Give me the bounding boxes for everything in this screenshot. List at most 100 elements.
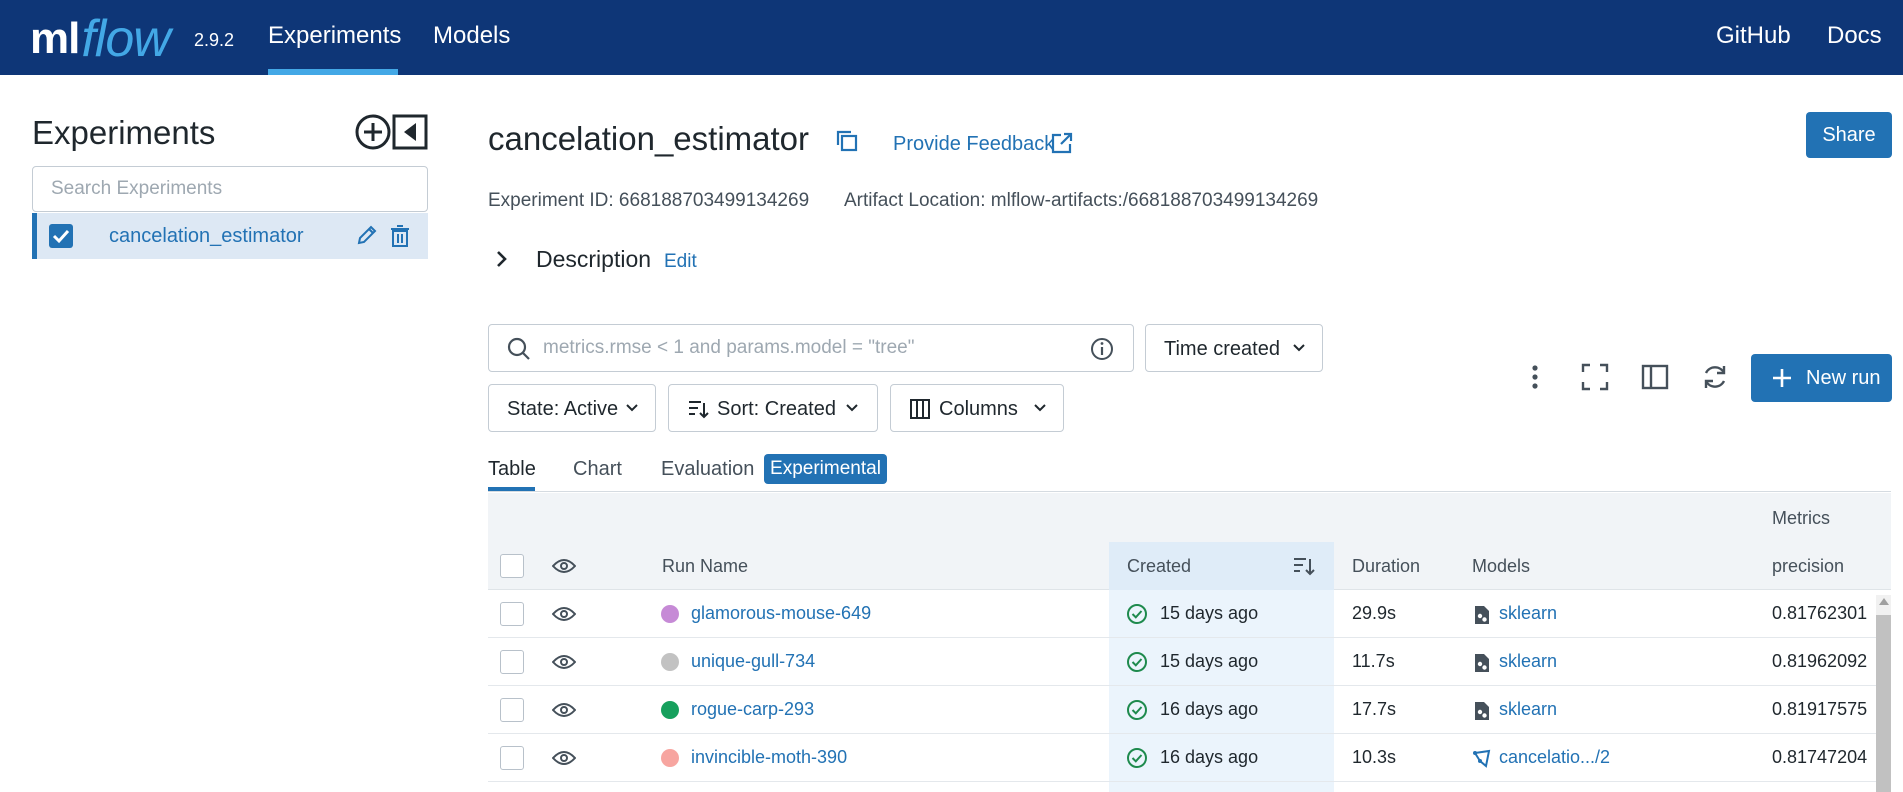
model-file-icon [1475, 702, 1489, 720]
duration-cell: 17.7s [1352, 699, 1397, 719]
check-circle-icon [1127, 748, 1147, 768]
page-title: cancelation_estimator [488, 120, 810, 157]
refresh-icon[interactable] [1700, 362, 1730, 392]
row-checkbox[interactable] [500, 698, 524, 722]
state-filter-dropdown[interactable]: State: Active [488, 384, 656, 432]
column-header-created[interactable]: Created [1127, 556, 1191, 577]
columns-label: Columns [939, 398, 1018, 420]
columns-icon [910, 399, 930, 419]
tab-evaluation[interactable]: Evaluation [661, 458, 754, 481]
row-checkbox[interactable] [500, 746, 524, 770]
chevron-right-icon[interactable] [494, 248, 510, 270]
sidebar-title: Experiments [32, 114, 216, 151]
time-created-label: Time created [1164, 338, 1280, 360]
registered-model-icon [1473, 749, 1491, 768]
duration-cell: 11.7s [1352, 651, 1395, 671]
info-icon[interactable] [1090, 337, 1114, 361]
nav-github[interactable]: GitHub [1716, 22, 1791, 50]
nav-experiments[interactable]: Experiments [268, 22, 401, 50]
side-panel-icon[interactable] [1640, 362, 1670, 392]
select-all-checkbox[interactable] [500, 554, 524, 578]
columns-dropdown[interactable]: Columns [890, 384, 1064, 432]
description-toggle[interactable]: Description [536, 246, 651, 273]
top-nav: ml flow 2.9.2 Experiments Models GitHub D… [0, 0, 1903, 75]
run-color-dot[interactable] [661, 701, 679, 719]
tabs-divider [488, 491, 1891, 492]
mlflow-logo[interactable]: ml flow [30, 4, 171, 65]
run-color-dot[interactable] [661, 605, 679, 623]
kebab-menu-icon[interactable] [1520, 362, 1550, 392]
model-link[interactable]: sklearn [1499, 603, 1557, 624]
new-run-button[interactable]: New run [1751, 354, 1892, 402]
run-color-dot[interactable] [661, 653, 679, 671]
created-cell: 16 days ago [1160, 747, 1259, 767]
trash-icon[interactable] [389, 224, 411, 248]
experiment-id: Experiment ID: 668188703499134269 [488, 190, 810, 211]
experiment-name[interactable]: cancelation_estimator [109, 225, 304, 248]
logo-ml: ml [30, 14, 80, 63]
run-name-link[interactable]: glamorous-mouse-649 [691, 603, 871, 624]
chevron-down-icon [1293, 344, 1305, 352]
column-header-precision[interactable]: precision [1772, 556, 1844, 577]
row-checkbox[interactable] [500, 602, 524, 626]
run-color-dot[interactable] [661, 749, 679, 767]
nav-models[interactable]: Models [433, 22, 510, 50]
tab-chart[interactable]: Chart [573, 458, 622, 481]
search-experiments-field [32, 166, 428, 212]
copy-icon[interactable] [834, 128, 860, 154]
collapse-sidebar-icon[interactable] [392, 114, 428, 150]
version-label: 2.9.2 [194, 30, 235, 50]
provide-feedback-link[interactable]: Provide Feedback [893, 133, 1054, 156]
duration-cell: 29.9s [1352, 603, 1397, 623]
fullscreen-icon[interactable] [1580, 362, 1610, 392]
run-name-link[interactable]: unique-gull-734 [691, 651, 815, 672]
experimental-badge: Experimental [764, 454, 887, 484]
sort-icon [689, 401, 709, 419]
pencil-icon[interactable] [355, 223, 379, 247]
column-header-models[interactable]: Models [1472, 556, 1530, 577]
model-link[interactable]: sklearn [1499, 651, 1557, 672]
model-file-icon [1475, 654, 1489, 672]
new-run-label: New run [1806, 367, 1881, 389]
description-edit-link[interactable]: Edit [664, 251, 697, 273]
sort-dropdown[interactable]: Sort: Created [668, 384, 878, 432]
model-link[interactable]: sklearn [1499, 699, 1557, 720]
time-created-dropdown[interactable]: Time created [1145, 324, 1323, 372]
eye-icon[interactable] [552, 606, 576, 622]
sort-descending-icon[interactable] [1292, 555, 1316, 577]
search-icon [507, 337, 530, 360]
add-experiment-icon[interactable] [355, 114, 391, 150]
nav-docs[interactable]: Docs [1827, 22, 1882, 50]
share-button[interactable]: Share [1806, 112, 1892, 158]
table-scrollbar-thumb[interactable] [1876, 615, 1891, 792]
column-header-run-name[interactable]: Run Name [662, 556, 748, 577]
experiment-checkbox[interactable] [49, 224, 73, 248]
artifact-location: Artifact Location: mlflow-artifacts:/668… [844, 190, 1319, 211]
plus-icon [1773, 369, 1791, 387]
check-circle-icon [1127, 652, 1147, 672]
experiment-list-item[interactable]: cancelation_estimator [32, 213, 428, 259]
check-circle-icon [1127, 700, 1147, 720]
external-link-icon[interactable] [1050, 131, 1074, 155]
eye-icon[interactable] [552, 654, 576, 670]
eye-icon[interactable] [552, 702, 576, 718]
run-search-input[interactable] [543, 325, 1063, 371]
metrics-group-header: Metrics [1772, 508, 1830, 528]
table-group-header [488, 493, 1891, 542]
tab-table[interactable]: Table [488, 458, 536, 481]
chevron-down-icon [1034, 404, 1046, 412]
model-link[interactable]: cancelatio.../2 [1499, 747, 1610, 768]
created-cell: 15 days ago [1160, 603, 1259, 623]
precision-cell: 0.81917575 [1772, 699, 1868, 719]
row-checkbox[interactable] [500, 650, 524, 674]
run-search-field [488, 324, 1134, 372]
eye-icon[interactable] [552, 558, 576, 574]
run-name-link[interactable]: invincible-moth-390 [691, 747, 847, 768]
column-header-duration[interactable]: Duration [1352, 556, 1420, 577]
precision-cell: 0.81962092 [1772, 651, 1868, 671]
run-name-link[interactable]: rogue-carp-293 [691, 699, 814, 720]
scroll-up-arrow[interactable] [1879, 598, 1889, 605]
chevron-down-icon [626, 404, 638, 412]
search-experiments-input[interactable] [33, 167, 427, 211]
eye-icon[interactable] [552, 750, 576, 766]
